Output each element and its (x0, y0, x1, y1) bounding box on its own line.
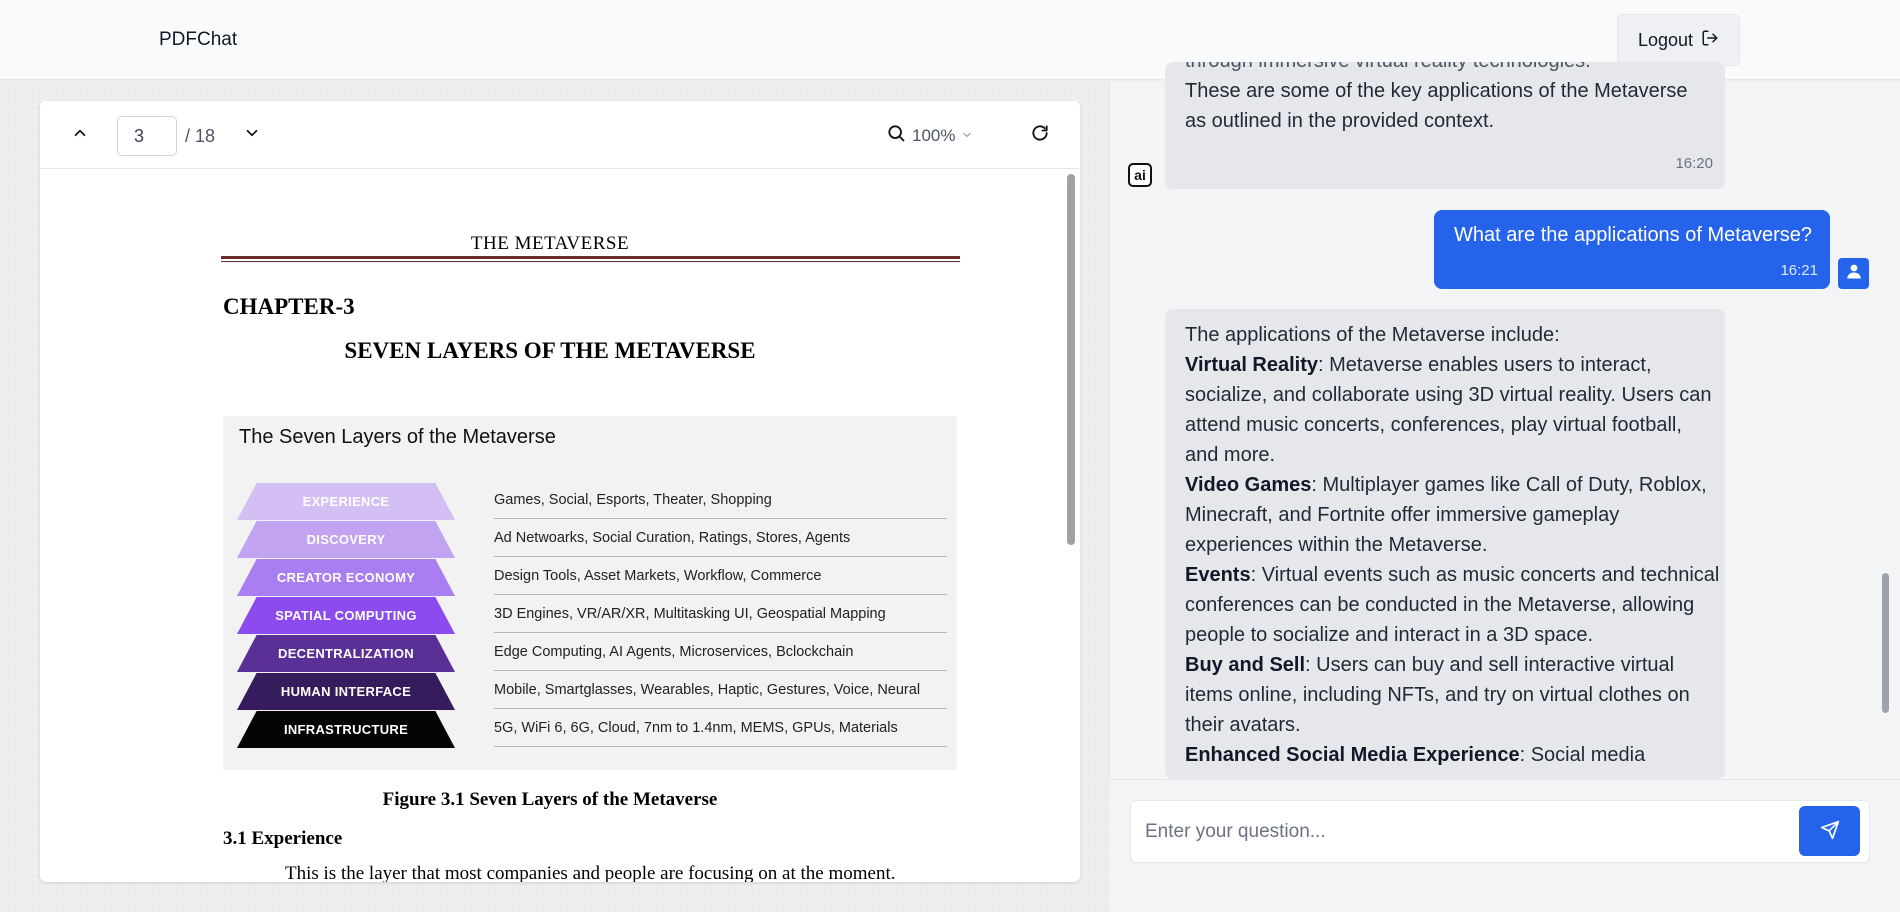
logout-label: Logout (1637, 29, 1694, 50)
refresh-icon (1030, 123, 1050, 148)
layers-figure: The Seven Layers of the Metaverse EXPERI… (223, 416, 957, 770)
message-line: through immersive virtual reality techno… (1185, 62, 1591, 76)
pdf-page: THE METAVERSE CHAPTER-3 SEVEN LAYERS OF … (40, 170, 1060, 882)
answer-line: items online, including NFTs, and try on… (1185, 680, 1705, 710)
answer-line: Video Games: Multiplayer games like Call… (1185, 470, 1707, 500)
figure-caption: Figure 3.1 Seven Layers of the Metaverse (382, 789, 718, 810)
answer-text: items online, including NFTs, and try on… (1185, 684, 1690, 706)
zoom-control[interactable]: 100% (886, 123, 973, 148)
chapter-label: CHAPTER-3 (223, 294, 355, 319)
layer-description: 5G, WiFi 6, 6G, Cloud, 7nm to 1.4nm, MEM… (494, 709, 947, 747)
send-icon (1820, 820, 1840, 843)
answer-text: attend music concerts, conferences, play… (1185, 414, 1682, 436)
answer-list: Virtual Reality: Metaverse enables users… (1185, 350, 1719, 770)
user-message: What are the applications of Metaverse? … (1434, 210, 1830, 289)
page-total: / 18 (185, 126, 216, 146)
answer-text: socialize, and collaborate using 3D virt… (1185, 384, 1712, 406)
logout-button[interactable]: Logout (1617, 14, 1740, 66)
answer-line: Buy and Sell: Users can buy and sell int… (1185, 650, 1705, 680)
answer-line: socialize, and collaborate using 3D virt… (1185, 380, 1712, 410)
answer-text: people to socialize and interact in a 3D… (1185, 624, 1594, 646)
layer-spatial-computing: SPATIAL COMPUTING (237, 597, 455, 634)
chevron-down-icon (243, 124, 261, 147)
chapter-title: SEVEN LAYERS OF THE METAVERSE (344, 338, 756, 363)
reload-button[interactable] (1024, 119, 1056, 151)
chevron-down-icon (961, 126, 973, 146)
answer-line: and more. (1185, 440, 1705, 470)
pdf-viewer: / 18 100% THE METAVERSE CHAPTER-3 SEVEN … (40, 101, 1080, 882)
running-head: THE METAVERSE (470, 233, 630, 254)
answer-line: people to socialize and interact in a 3D… (1185, 620, 1705, 650)
logout-icon (1701, 29, 1719, 52)
answer-line: attend music concerts, conferences, play… (1185, 410, 1705, 440)
layer-description: Ad Netwoarks, Social Curation, Ratings, … (494, 519, 947, 557)
message-line: These are some of the key applications o… (1185, 80, 1688, 102)
next-page-button[interactable] (236, 119, 268, 151)
answer-text: : Users can buy and sell interactive vir… (1305, 654, 1675, 676)
chevron-up-icon (71, 124, 89, 147)
app-title: PDFChat (159, 29, 238, 50)
answer-text: Minecraft, and Fortnite offer immersive … (1185, 504, 1620, 526)
answer-text: experiences within the Metaverse. (1185, 534, 1488, 556)
layer-decentralization: DECENTRALIZATION (237, 635, 455, 672)
answer-text: their avatars. (1185, 714, 1301, 736)
answer-line: Events: Virtual events such as music con… (1185, 560, 1719, 590)
answer-line: Minecraft, and Fortnite offer immersive … (1185, 500, 1705, 530)
assistant-message: The applications of the Metaverse includ… (1165, 309, 1725, 779)
message-intro: The applications of the Metaverse includ… (1185, 324, 1560, 346)
zoom-search-icon (886, 123, 906, 148)
answer-line: their avatars. (1185, 710, 1705, 740)
layer-discovery: DISCOVERY (237, 521, 455, 558)
header-rule-thin (221, 261, 960, 262)
layer-experience: EXPERIENCE (237, 483, 455, 520)
message-line: as outlined in the provided context. (1185, 110, 1495, 132)
section-heading: 3.1 Experience (223, 828, 343, 849)
chat-scrollbar[interactable] (1882, 573, 1889, 713)
page-number-input[interactable] (117, 116, 177, 156)
message-time: 16:20 (1675, 155, 1713, 172)
previous-page-button[interactable] (64, 119, 96, 151)
message-time: 16:21 (1780, 262, 1818, 279)
user-icon (1845, 262, 1863, 285)
layer-description: 3D Engines, VR/AR/XR, Multitasking UI, G… (494, 595, 947, 633)
assistant-avatar: ai (1128, 163, 1152, 187)
question-input[interactable] (1130, 800, 1870, 863)
user-message-text: What are the applications of Metaverse? (1454, 224, 1812, 246)
answer-term: Virtual Reality (1185, 354, 1319, 376)
zoom-level: 100% (912, 125, 956, 145)
pdf-scrollbar[interactable] (1067, 174, 1075, 545)
layer-description: Edge Computing, AI Agents, Microservices… (494, 633, 947, 671)
header-rule (221, 256, 960, 259)
answer-line: conferences can be conducted in the Meta… (1185, 590, 1705, 620)
pdf-toolbar: / 18 100% (40, 101, 1080, 169)
user-avatar (1838, 258, 1869, 289)
answer-line: experiences within the Metaverse. (1185, 530, 1705, 560)
answer-text: : Metaverse enables users to interact, (1318, 354, 1652, 376)
answer-text: : Virtual events such as music concerts … (1250, 564, 1720, 586)
body-paragraph: This is the layer that most companies an… (285, 863, 896, 882)
answer-term: Enhanced Social Media Experience (1185, 744, 1520, 766)
layer-human-interface: HUMAN INTERFACE (237, 673, 455, 710)
answer-term: Buy and Sell (1185, 654, 1306, 676)
send-button[interactable] (1799, 806, 1860, 856)
layer-infrastructure: INFRASTRUCTURE (237, 711, 455, 748)
answer-text: : Social media (1519, 744, 1646, 766)
figure-title: The Seven Layers of the Metaverse (239, 426, 556, 448)
answer-term: Events (1185, 564, 1251, 586)
ai-icon: ai (1134, 167, 1146, 183)
layer-description: Mobile, Smartglasses, Wearables, Haptic,… (494, 671, 947, 709)
answer-term: Video Games (1185, 474, 1312, 496)
answer-text: : Multiplayer games like Call of Duty, R… (1311, 474, 1707, 496)
layer-description: Design Tools, Asset Markets, Workflow, C… (494, 557, 947, 595)
answer-line: Enhanced Social Media Experience: Social… (1185, 740, 1705, 770)
answer-line: Virtual Reality: Metaverse enables users… (1185, 350, 1705, 380)
layer-description: Games, Social, Esports, Theater, Shoppin… (494, 481, 947, 519)
answer-text: conferences can be conducted in the Meta… (1185, 594, 1695, 616)
layer-creator-economy: CREATOR ECONOMY (237, 559, 455, 596)
answer-text: and more. (1185, 444, 1276, 466)
assistant-message: through immersive virtual reality techno… (1165, 62, 1725, 189)
